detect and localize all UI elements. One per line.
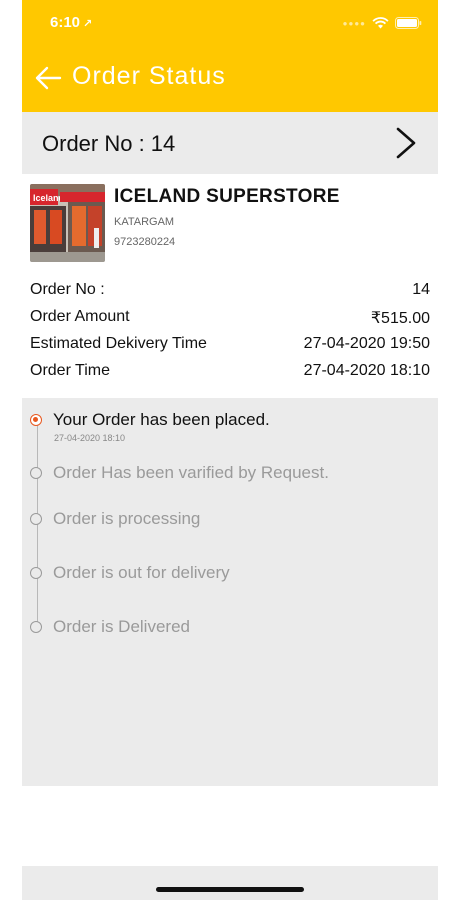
store-card: Iceland ICELAND SUPERSTORE KATARGAM 9723… [30, 184, 430, 264]
step-label: Your Order has been placed. [53, 410, 270, 429]
detail-value: 27-04-2020 19:50 [303, 335, 430, 352]
radio-unchecked-icon [30, 467, 42, 479]
step-label: Order is out for delivery [53, 563, 230, 582]
detail-value: 14 [412, 281, 430, 298]
clock-text: 6:10 [50, 14, 81, 31]
detail-row-estimated-delivery: Estimated Dekivery Time 27-04-2020 19:50 [30, 332, 430, 359]
page-title: Order Status [72, 62, 226, 90]
order-tracker: Your Order has been placed. 27-04-2020 1… [22, 398, 438, 786]
signal-icon: ●●●● [342, 18, 366, 28]
detail-row-order-no: Order No : 14 [30, 278, 430, 305]
bottom-bar [22, 866, 438, 900]
app-header: 6:10 ↗ ●●●● Order Status [22, 0, 438, 112]
step-label: Order Has been varified by Request. [53, 463, 329, 482]
back-arrow-icon[interactable] [34, 64, 62, 92]
detail-value: 27-04-2020 18:10 [303, 362, 430, 379]
location-arrow-icon: ↗ [83, 18, 93, 30]
chevron-right-icon[interactable] [392, 126, 420, 160]
detail-row-order-amount: Order Amount ₹515.00 [30, 305, 430, 332]
detail-label: Order No : [30, 281, 105, 298]
radio-unchecked-icon [30, 513, 42, 525]
radio-checked-icon [30, 414, 42, 426]
store-sign-text: Iceland [33, 193, 64, 203]
status-bar-time: 6:10 ↗ [50, 14, 92, 31]
detail-value: ₹515.00 [370, 310, 430, 327]
detail-label: Order Amount [30, 308, 130, 325]
step-label: Order is processing [53, 509, 201, 528]
step-label: Order is Delivered [53, 617, 190, 636]
status-bar-icons: ●●●● [343, 17, 422, 29]
wifi-icon [372, 17, 389, 29]
order-details: Order No : 14 Order Amount ₹515.00 Estim… [30, 278, 430, 386]
detail-label: Order Time [30, 362, 111, 379]
radio-unchecked-icon [30, 621, 42, 633]
battery-icon [395, 17, 422, 29]
detail-row-order-time: Order Time 27-04-2020 18:10 [30, 359, 430, 386]
order-number-label: Order No : 14 [42, 131, 176, 156]
store-phone[interactable]: 9723280224 [114, 236, 175, 248]
store-image: Iceland [30, 184, 105, 262]
detail-label: Estimated Dekivery Time [30, 335, 207, 352]
order-number-bar[interactable]: Order No : 14 [22, 112, 438, 174]
store-name: ICELAND SUPERSTORE [114, 186, 340, 207]
radio-unchecked-icon [30, 567, 42, 579]
home-indicator[interactable] [156, 887, 304, 892]
app-screen: 6:10 ↗ ●●●● Order Status Order No: 14 I… [22, 0, 438, 900]
step-time: 27-04-2020 18:10 [54, 433, 126, 443]
store-area: KATARGAM [114, 216, 175, 228]
